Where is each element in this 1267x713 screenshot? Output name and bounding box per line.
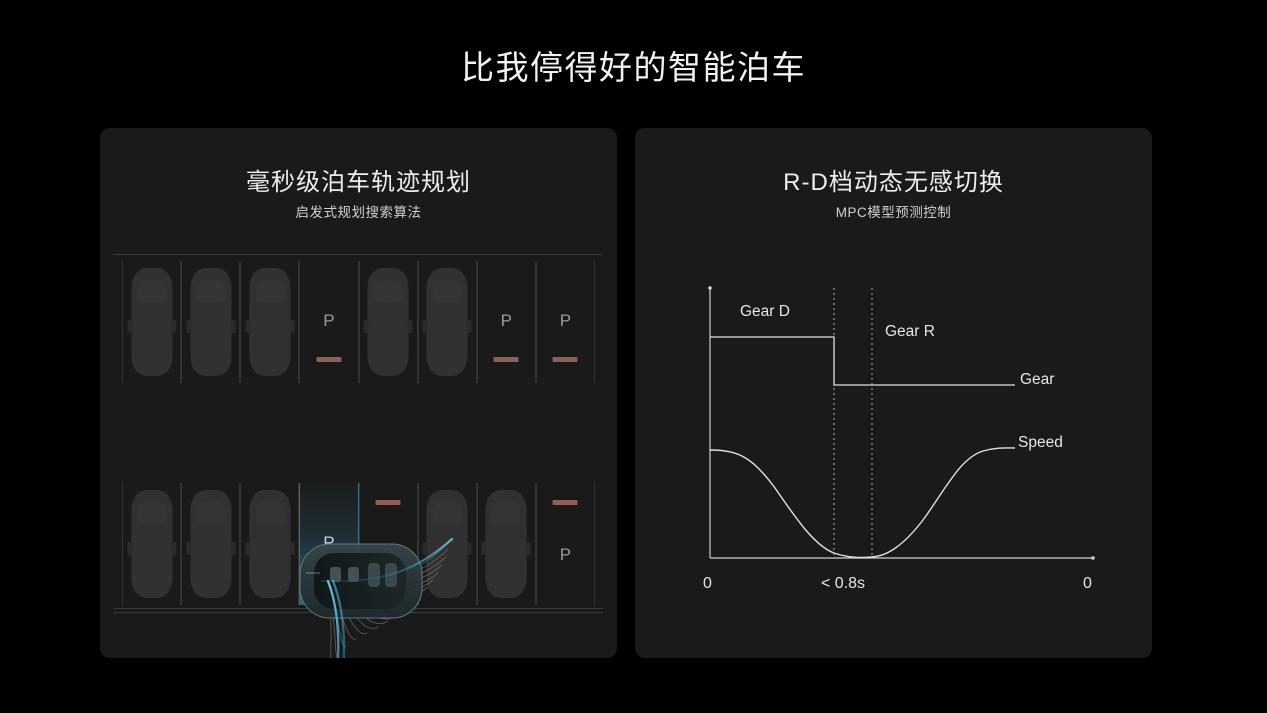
- parking-slot-letter: P: [382, 545, 394, 564]
- parking-slot-letter: P: [500, 311, 512, 330]
- parking-slot-target[interactable]: P: [299, 483, 359, 605]
- parking-slot-marker-icon: [493, 357, 519, 362]
- lane-line-bottom-outer: [114, 612, 603, 613]
- parking-slot-occupied[interactable]: [181, 483, 241, 605]
- parking-slot-occupied[interactable]: [122, 261, 182, 383]
- chart-annotation-gear-r: Gear R: [885, 323, 935, 340]
- chart-legend-speed: Speed: [1018, 434, 1063, 451]
- gear-speed-chart: Gear D Gear R Gear Speed 0 < 0.8s 0: [635, 128, 1152, 658]
- panel-gear-switching: R-D档动态无感切换 MPC模型预测控制 Gear D Gear R Gear …: [635, 128, 1152, 658]
- parking-slot-letter: P: [323, 533, 335, 552]
- panel-left-subtitle: 启发式规划搜索算法: [295, 205, 422, 220]
- parked-car-icon: [186, 490, 236, 598]
- chart-xtick-mid: < 0.8s: [821, 575, 865, 592]
- parking-slot-occupied[interactable]: [240, 483, 300, 605]
- page-title: 比我停得好的智能泊车: [461, 49, 806, 86]
- parking-slot-empty[interactable]: P: [299, 261, 359, 383]
- chart-series-speed: [709, 447, 1016, 559]
- parking-slot-letter: P: [323, 311, 335, 330]
- parking-slot-occupied[interactable]: [358, 261, 418, 383]
- lane-line-bottom-inner: [114, 608, 603, 609]
- parking-slot-marker-icon: [316, 357, 342, 362]
- parked-car-icon: [186, 268, 236, 376]
- x-axis-arrow-icon: [1091, 556, 1095, 560]
- parking-slot-empty[interactable]: P: [535, 261, 595, 383]
- lane-line-top: [114, 254, 603, 255]
- panel-parking-trajectory: 毫秒级泊车轨迹规划 启发式规划搜索算法 P P P P P P: [100, 128, 617, 658]
- parked-car-icon: [422, 490, 472, 598]
- parking-slot-empty[interactable]: P: [358, 483, 418, 605]
- parked-car-icon: [245, 490, 295, 598]
- y-axis-arrow-icon: [708, 286, 712, 290]
- parked-car-icon: [481, 490, 531, 598]
- parking-slot-occupied[interactable]: [476, 483, 536, 605]
- parking-slot-occupied[interactable]: [417, 261, 477, 383]
- parked-car-icon: [127, 490, 177, 598]
- chart-legend-gear: Gear: [1020, 371, 1054, 388]
- parking-slot-empty[interactable]: P: [535, 483, 595, 605]
- parking-slot-letter: P: [559, 545, 572, 564]
- parking-row-bottom: P P P: [122, 483, 595, 605]
- parked-car-icon: [363, 268, 413, 376]
- chart-annotation-gear-d: Gear D: [740, 303, 790, 320]
- parking-slot-occupied[interactable]: [122, 483, 182, 605]
- parking-slot-marker-icon: [552, 357, 578, 362]
- parking-slot-marker-icon: [552, 500, 578, 505]
- parking-slot-marker-icon: [375, 500, 401, 505]
- panel-left-title: 毫秒级泊车轨迹规划: [246, 169, 471, 196]
- chart-series-gear: [710, 336, 1015, 386]
- parked-car-icon: [422, 268, 472, 376]
- parking-slot-occupied[interactable]: [240, 261, 300, 383]
- parking-lot-diagram: P P P P P P: [114, 254, 603, 658]
- parked-car-icon: [245, 268, 295, 376]
- chart-xtick-right: 0: [1083, 575, 1092, 592]
- parking-slot-occupied[interactable]: [417, 483, 477, 605]
- parking-slot-empty[interactable]: P: [476, 261, 536, 383]
- chart-xtick-left: 0: [703, 575, 712, 592]
- parked-car-icon: [127, 268, 177, 376]
- parking-row-top: P P P: [122, 261, 595, 383]
- parking-slot-occupied[interactable]: [181, 261, 241, 383]
- parking-slot-letter: P: [559, 311, 572, 330]
